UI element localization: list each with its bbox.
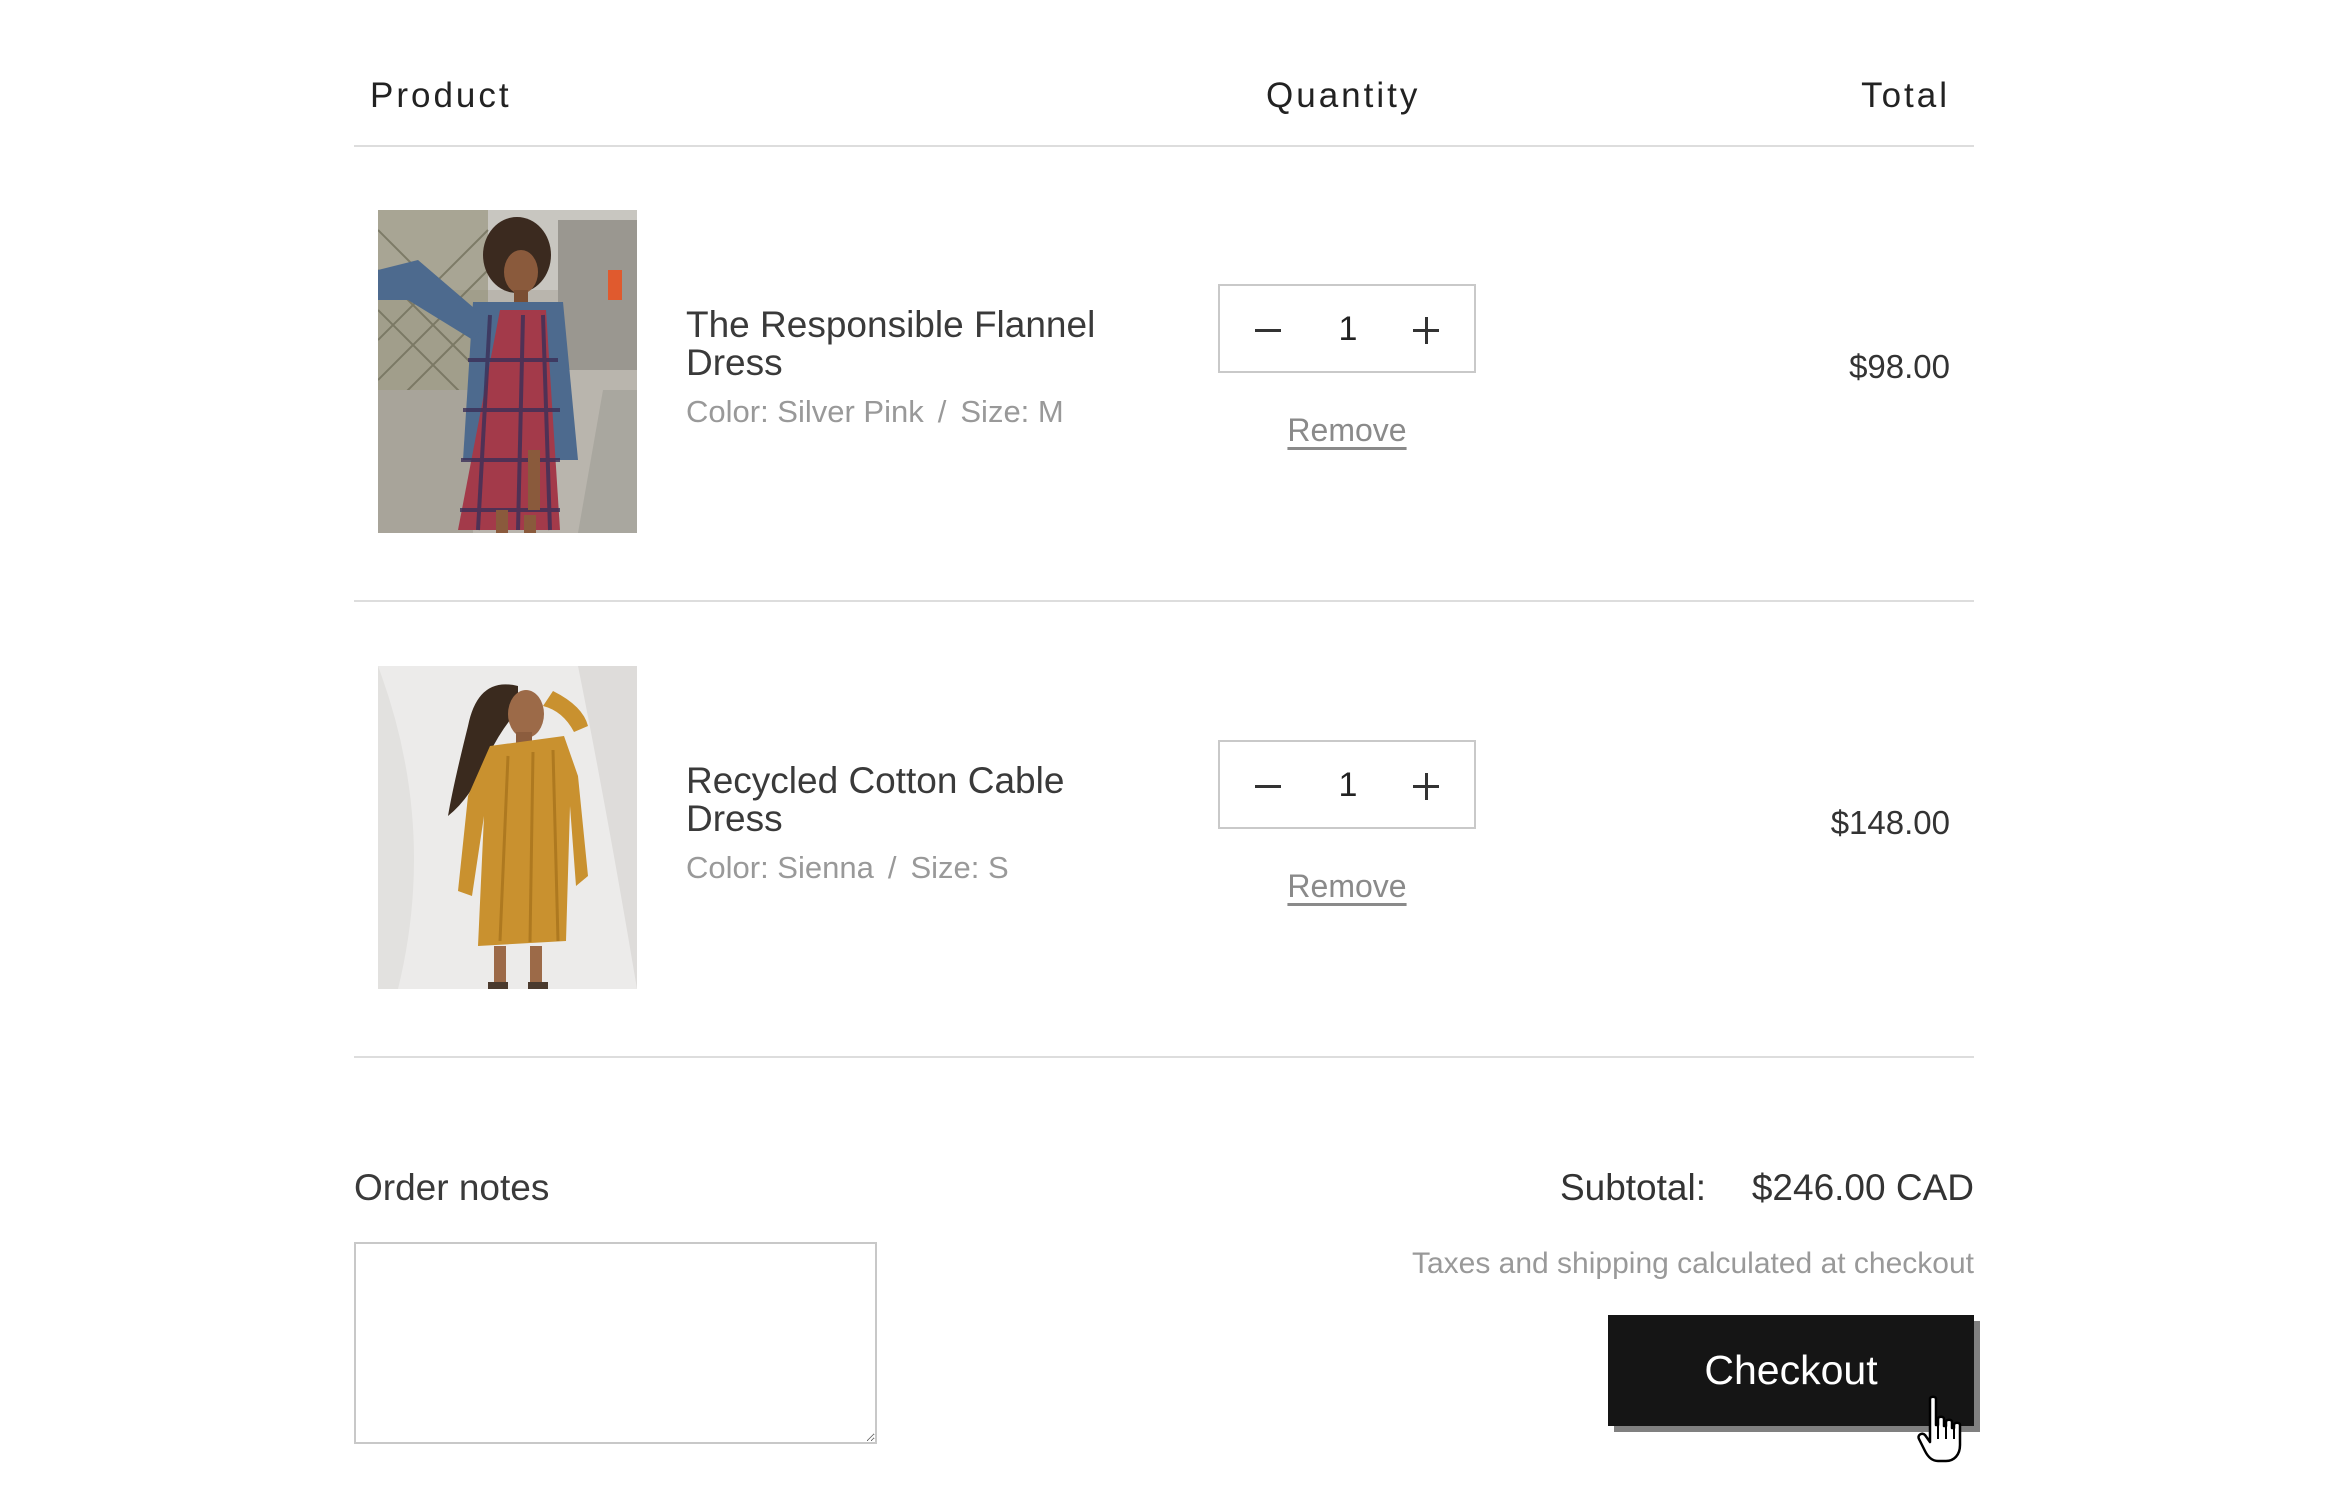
quantity-input[interactable] [1310,756,1386,814]
header-total: Total [1861,76,1950,115]
minus-icon[interactable] [1238,298,1298,360]
product-size: Size: M [960,394,1064,429]
tax-shipping-note: Taxes and shipping calculated at checkou… [1411,1247,1974,1280]
product-image-cable-dress[interactable] [378,666,637,989]
variant-separator: / [887,850,897,885]
plus-icon[interactable] [1396,298,1456,360]
header-quantity: Quantity [1266,76,1421,115]
checkout-button[interactable]: Checkout [1608,1315,1974,1426]
product-variant: Color: Sienna / Size: S [686,850,1009,886]
cart-table-header: Product Quantity Total [354,0,1974,147]
product-name[interactable]: The Responsible Flannel Dress [686,306,1116,382]
cart-item-row: Recycled Cotton Cable Dress Color: Sienn… [354,602,1974,1058]
quantity-input[interactable] [1310,300,1386,358]
product-name[interactable]: Recycled Cotton Cable Dress [686,762,1116,838]
remove-link[interactable]: Remove [1218,868,1476,905]
product-color: Color: Silver Pink [686,394,924,429]
remove-link[interactable]: Remove [1218,412,1476,449]
header-product: Product [370,76,512,115]
cart-item-row: The Responsible Flannel Dress Color: Sil… [354,146,1974,602]
item-total-price: $148.00 [1830,804,1950,841]
subtotal-value: $246.00 CAD [1751,1167,1974,1208]
variant-separator: / [937,394,947,429]
order-notes-label: Order notes [354,1167,550,1208]
product-image-flannel-dress[interactable] [378,210,637,533]
plus-icon[interactable] [1396,754,1456,816]
subtotal-label: Subtotal: [1559,1167,1706,1208]
order-notes-field[interactable] [354,1242,877,1444]
cart-page: Product Quantity Total The Responsible F… [354,0,1974,1502]
item-total-price: $98.00 [1849,348,1950,385]
product-color: Color: Sienna [686,850,874,885]
quantity-stepper [1218,284,1476,373]
quantity-stepper [1218,740,1476,829]
product-variant: Color: Silver Pink / Size: M [686,394,1064,430]
product-size: Size: S [910,850,1009,885]
minus-icon[interactable] [1238,754,1298,816]
